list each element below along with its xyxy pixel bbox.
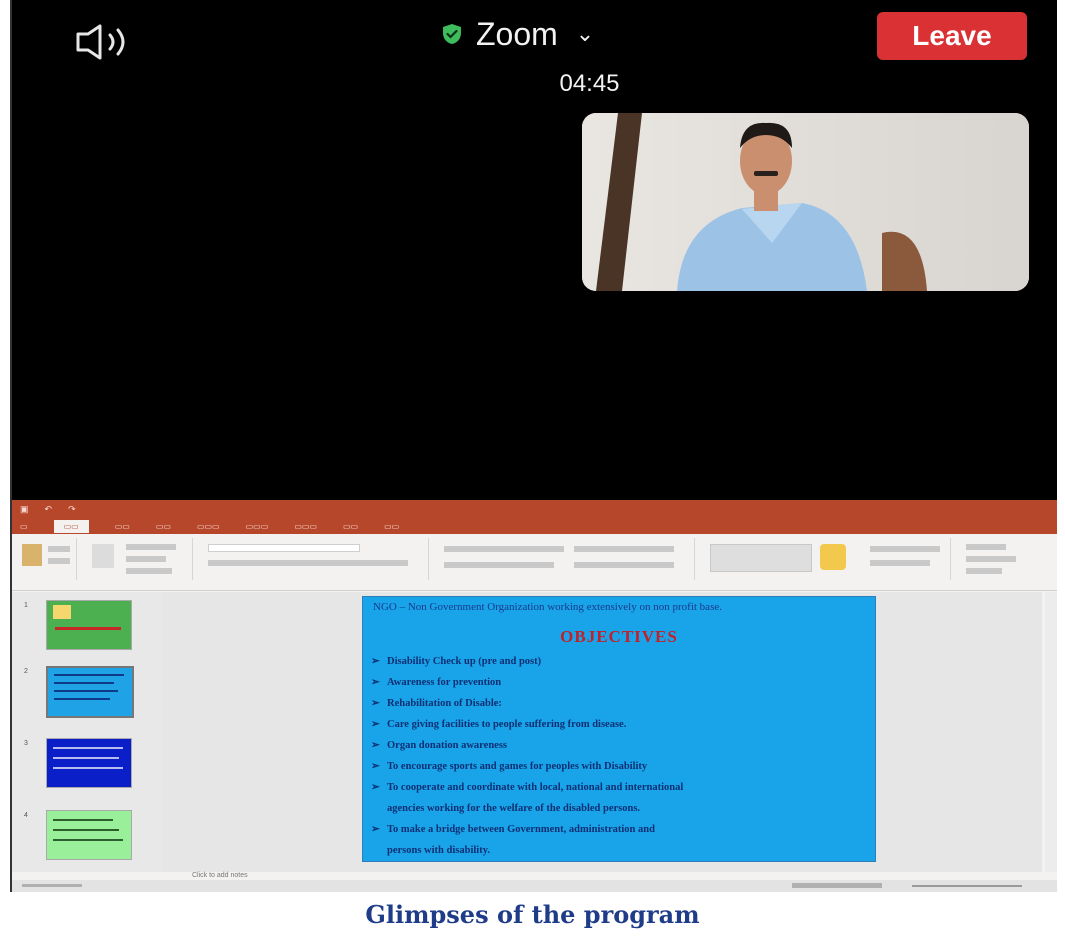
- quick-styles-icon[interactable]: [820, 544, 846, 570]
- find-button[interactable]: [966, 544, 1006, 550]
- ppt-tab[interactable]: ▭▭: [115, 522, 130, 531]
- arrow-bullet-icon: ➢: [371, 782, 380, 793]
- zoom-meeting-window: Zoom ⌄ 04:45 Leave ▣ ↶ ↷ ▭ ▭▭ ▭▭ ▭▭ ▭▭▭ …: [10, 0, 1057, 892]
- ribbon-group-slides: [82, 538, 193, 580]
- undo-icon[interactable]: ↶: [45, 504, 53, 515]
- current-slide[interactable]: NGO – Non Government Organization workin…: [362, 596, 876, 862]
- participant-video[interactable]: [582, 113, 1029, 291]
- replace-button[interactable]: [966, 556, 1016, 562]
- ribbon-group-editing: [956, 538, 1036, 580]
- objective-item: ➢ To make a bridge between Government, ad…: [371, 819, 871, 840]
- arrow-bullet-icon: ➢: [371, 719, 380, 730]
- objective-item: ➢ Rehabilitation of Disable:: [371, 693, 871, 714]
- objective-item: ➢ To cooperate and coordinate with local,…: [371, 777, 871, 798]
- meeting-app-name: Zoom: [476, 15, 558, 52]
- slide-thumbnail[interactable]: [46, 810, 132, 860]
- ppt-ribbon: [12, 534, 1057, 591]
- objective-item: ➢ To encourage sports and games for peopl…: [371, 756, 871, 777]
- objective-item-continued: persons with disability.: [387, 845, 490, 856]
- shared-screen-powerpoint: ▣ ↶ ↷ ▭ ▭▭ ▭▭ ▭▭ ▭▭▭ ▭▭▭ ▭▭▭ ▭▭ ▭▭ 1 2 3…: [12, 500, 1057, 892]
- ppt-tab[interactable]: ▭▭: [384, 522, 399, 531]
- thumb-number: 2: [24, 668, 28, 675]
- ribbon-group-font: [198, 538, 429, 580]
- view-buttons[interactable]: [792, 883, 882, 888]
- ppt-status-bar: [12, 880, 1057, 892]
- save-icon[interactable]: ▣: [20, 504, 29, 515]
- meeting-timer: 04:45: [559, 70, 620, 97]
- ppt-tab[interactable]: ▭▭: [156, 522, 171, 531]
- objective-item: ➢ Awareness for prevention: [371, 672, 871, 693]
- speaker-icon[interactable]: [70, 22, 150, 62]
- objective-item-continued: agencies working for the welfare of the …: [387, 803, 641, 814]
- ppt-tab[interactable]: ▭▭▭: [246, 522, 269, 531]
- select-button[interactable]: [966, 568, 1002, 574]
- arrow-bullet-icon: ➢: [371, 656, 380, 667]
- arrow-bullet-icon: ➢: [371, 740, 380, 751]
- ppt-tab-active[interactable]: ▭▭: [53, 519, 89, 533]
- thumb-number: 3: [24, 740, 28, 747]
- thumb-number: 4: [24, 812, 28, 819]
- vertical-scrollbar[interactable]: [1045, 592, 1057, 872]
- notes-placeholder[interactable]: Click to add notes: [162, 872, 1057, 880]
- figure-caption: Glimpses of the program: [365, 900, 700, 929]
- chevron-down-icon: ⌄: [575, 21, 595, 46]
- arrow-bullet-icon: ➢: [371, 761, 380, 772]
- slide-thumbnail-selected[interactable]: [46, 666, 134, 718]
- ppt-tab[interactable]: ▭▭: [343, 522, 358, 531]
- thumb-number: 1: [24, 602, 28, 609]
- ppt-title-bar: ▣ ↶ ↷: [12, 500, 1057, 518]
- ppt-tab[interactable]: ▭▭▭: [197, 522, 220, 531]
- ppt-tab[interactable]: ▭▭▭: [294, 522, 317, 531]
- ribbon-group-paragraph: [434, 538, 695, 580]
- ribbon-group-drawing: [700, 538, 951, 580]
- new-slide-icon[interactable]: [92, 544, 114, 568]
- ribbon-group-clipboard: [16, 538, 77, 580]
- objective-item: ➢ Care giving facilities to people suffer…: [371, 714, 871, 735]
- meeting-top-bar: Zoom ⌄ 04:45 Leave: [12, 0, 1057, 105]
- redo-icon[interactable]: ↷: [68, 504, 76, 515]
- slide-thumbnail[interactable]: [46, 738, 132, 788]
- arrow-bullet-icon: ➢: [371, 677, 380, 688]
- slide-thumbnail[interactable]: [46, 600, 132, 650]
- zoom-slider[interactable]: [912, 885, 1022, 887]
- meeting-title-dropdown[interactable]: Zoom ⌄: [440, 14, 594, 54]
- objectives-list: ➢ Disability Check up (pre and post) ➢ Awa…: [371, 651, 871, 861]
- objective-item: ➢ Disability Check up (pre and post): [371, 651, 871, 672]
- paste-icon[interactable]: [22, 544, 42, 566]
- leave-button[interactable]: Leave: [877, 12, 1027, 60]
- shapes-gallery[interactable]: [710, 544, 812, 572]
- slide-thumbnail-pane: 1 2 3 4: [12, 592, 163, 872]
- arrow-bullet-icon: ➢: [371, 698, 380, 709]
- arrow-bullet-icon: ➢: [371, 824, 380, 835]
- shield-icon: [443, 24, 461, 44]
- objective-item: ➢ Organ donation awareness: [371, 735, 871, 756]
- slide-intro-text: NGO – Non Government Organization workin…: [373, 601, 722, 613]
- ppt-ribbon-tabs: ▭ ▭▭ ▭▭ ▭▭ ▭▭▭ ▭▭▭ ▭▭▭ ▭▭ ▭▭: [12, 518, 1057, 534]
- slide-heading: OBJECTIVES: [560, 627, 678, 646]
- slide-editing-canvas: NGO – Non Government Organization workin…: [162, 592, 1042, 872]
- ppt-tab[interactable]: ▭: [20, 522, 28, 531]
